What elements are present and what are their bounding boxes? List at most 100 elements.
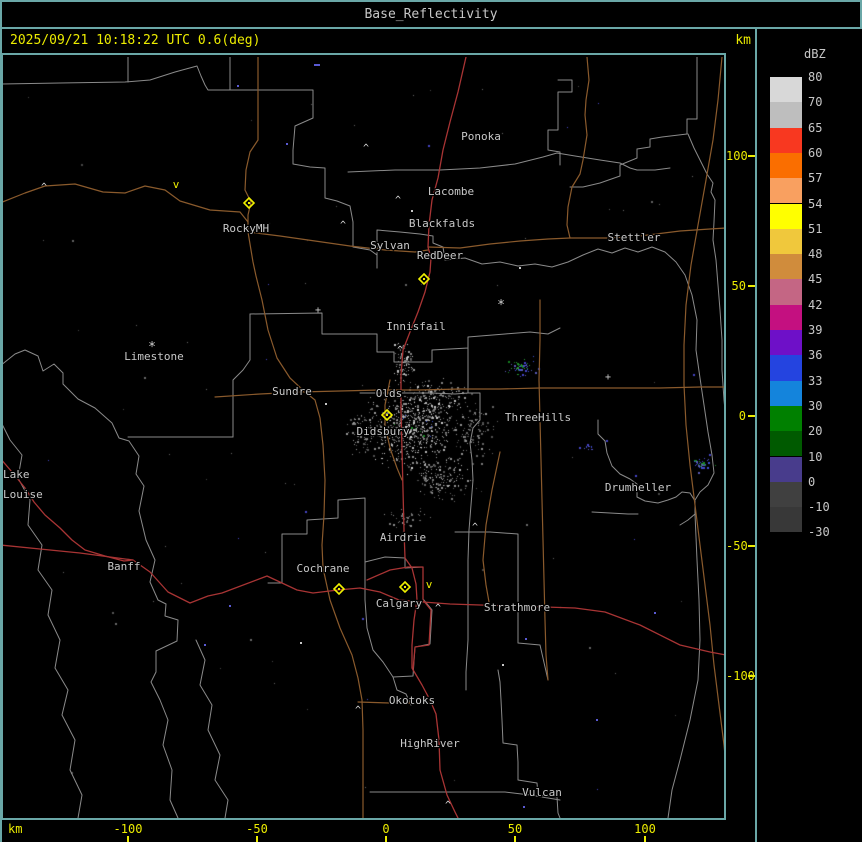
page-title: Base_Reflectivity bbox=[364, 7, 498, 22]
map-place-label: Cochrane bbox=[297, 562, 350, 575]
town-caret-marker-icon: ^ bbox=[472, 522, 478, 533]
county-boundary-line bbox=[547, 79, 573, 166]
colorbar-value-label: 0 bbox=[808, 474, 816, 489]
colorbar-swatch bbox=[770, 456, 802, 482]
radar-site-center-dot bbox=[248, 202, 250, 204]
colorbar-value-label: 42 bbox=[808, 297, 823, 312]
colorbar-title: dBZ bbox=[804, 47, 826, 61]
x-axis-tick-label: -50 bbox=[246, 822, 268, 836]
yellow-vee-marker-icon: v bbox=[426, 578, 433, 591]
x-axis-tick-mark bbox=[644, 836, 646, 842]
colorbar-value-label: 54 bbox=[808, 196, 823, 211]
x-axis-tick-mark bbox=[127, 836, 129, 842]
map-place-label: HighRiver bbox=[400, 737, 460, 750]
colorbar-swatch bbox=[770, 405, 802, 432]
x-axis-tick-label: 50 bbox=[507, 822, 523, 836]
town-dot-marker bbox=[325, 403, 327, 405]
colorbar-swatch bbox=[770, 330, 802, 356]
colorbar-value-label: 10 bbox=[808, 449, 823, 464]
x-axis-tick-label: 0 bbox=[382, 822, 390, 836]
y-axis-tick-label: 100 bbox=[726, 149, 748, 163]
y-axis-tick-label: 0 bbox=[738, 409, 746, 423]
y-axis-tick-label: -50 bbox=[726, 539, 748, 553]
weak-echo-pixel bbox=[286, 143, 288, 145]
weak-echo-pixel bbox=[525, 638, 527, 640]
plus-marker-icon: + bbox=[605, 372, 611, 383]
panel-divider bbox=[755, 29, 757, 842]
colorbar-value-label: -10 bbox=[808, 500, 830, 515]
radar-site-center-dot bbox=[404, 586, 406, 588]
colorbar-value-label: 39 bbox=[808, 323, 823, 337]
map-place-label: Drumheller bbox=[605, 481, 672, 494]
radar-site-center-dot bbox=[386, 414, 388, 416]
colorbar-swatch bbox=[770, 481, 802, 508]
colorbar-value-label: 45 bbox=[808, 272, 823, 287]
town-caret-marker-icon: ^ bbox=[355, 705, 361, 716]
colorbar-value-label: -30 bbox=[808, 525, 830, 540]
map-place-label: RockyMH bbox=[223, 222, 269, 235]
colorbar-swatch bbox=[770, 431, 802, 457]
colorbar-swatch bbox=[770, 228, 802, 255]
town-dot-marker bbox=[300, 642, 302, 644]
map-place-label: Sylvan bbox=[370, 239, 410, 252]
colorbar-value-label: 70 bbox=[808, 95, 823, 110]
town-dot-marker bbox=[519, 267, 521, 269]
town-dot-marker bbox=[502, 664, 504, 666]
colorbar-swatch bbox=[770, 127, 802, 153]
colorbar-value-label: 33 bbox=[808, 373, 823, 388]
map-place-label: Limestone bbox=[124, 350, 184, 363]
bottom-axis-unit-label: km bbox=[8, 822, 23, 836]
weak-echo-pixel bbox=[654, 612, 656, 614]
colorbar-value-label: 30 bbox=[808, 398, 823, 413]
town-caret-marker-icon: ^ bbox=[363, 143, 369, 154]
secondary-highway-line bbox=[566, 57, 590, 239]
colorbar-swatch bbox=[770, 304, 802, 330]
map-place-label: Airdrie bbox=[380, 531, 426, 544]
colorbar-swatch bbox=[770, 279, 802, 305]
county-boundary-line bbox=[2, 349, 179, 819]
y-axis-tick-mark bbox=[748, 415, 755, 417]
timestamp-elevation-readout: 2025/09/21 10:18:22 UTC 0.6(deg) bbox=[10, 33, 261, 48]
secondary-highway-line bbox=[244, 57, 364, 819]
y-axis-tick-mark bbox=[748, 155, 755, 157]
map-place-label: ThreeHills bbox=[505, 411, 571, 424]
map-place-label: Okotoks bbox=[389, 694, 435, 707]
colorbar-value-label: 60 bbox=[808, 145, 823, 160]
county-boundary-line bbox=[667, 513, 701, 819]
map-place-label: Blackfalds bbox=[409, 217, 475, 230]
colorbar-swatch bbox=[770, 507, 802, 533]
colorbar-value-label: 80 bbox=[808, 70, 823, 84]
y-axis-tick-mark bbox=[748, 675, 755, 677]
reflectivity-colorbar: dBZ 80 70 65 60 57 54 51 48 45 42 39 36 33 30 20 10 0 -10… bbox=[757, 29, 862, 842]
map-place-label: Lake bbox=[3, 468, 30, 481]
map-place-label: Sundre bbox=[272, 385, 312, 398]
colorbar-swatch bbox=[770, 178, 802, 204]
colorbar-value-label: 48 bbox=[808, 247, 823, 262]
map-place-label: Vulcan bbox=[522, 786, 562, 799]
bottom-distance-axis: km -100 -50 0 50 100 bbox=[0, 820, 755, 842]
county-boundary-line bbox=[591, 511, 639, 515]
map-place-label: Innisfail bbox=[386, 320, 446, 333]
town-caret-marker-icon: ^ bbox=[395, 195, 401, 206]
town-caret-marker-icon: ^ bbox=[397, 345, 403, 356]
colorbar-swatch bbox=[770, 380, 802, 406]
radar-site-center-dot bbox=[338, 588, 340, 590]
town-caret-marker-icon: ^ bbox=[445, 800, 451, 811]
colorbar-swatch bbox=[770, 254, 802, 280]
map-place-label: Didsbury bbox=[357, 425, 410, 438]
status-bar: 2025/09/21 10:18:22 UTC 0.6(deg) km bbox=[0, 29, 757, 55]
map-place-label: Ponoka bbox=[461, 130, 501, 143]
county-boundary-line bbox=[347, 152, 671, 173]
radar-site-center-dot bbox=[423, 278, 425, 280]
county-boundary-line bbox=[195, 639, 229, 819]
map-place-label: Calgary bbox=[376, 597, 423, 610]
county-boundary-line bbox=[232, 313, 251, 438]
colorbar-swatch bbox=[770, 152, 802, 179]
map-place-label: RedDeer bbox=[417, 249, 464, 262]
secondary-highway-line bbox=[538, 299, 549, 681]
x-axis-tick-mark bbox=[514, 836, 516, 842]
window-left-border bbox=[0, 0, 2, 842]
colorbar-value-label: 36 bbox=[808, 348, 823, 363]
secondary-highway-line bbox=[427, 227, 726, 249]
weak-echo-pixel bbox=[523, 806, 525, 808]
